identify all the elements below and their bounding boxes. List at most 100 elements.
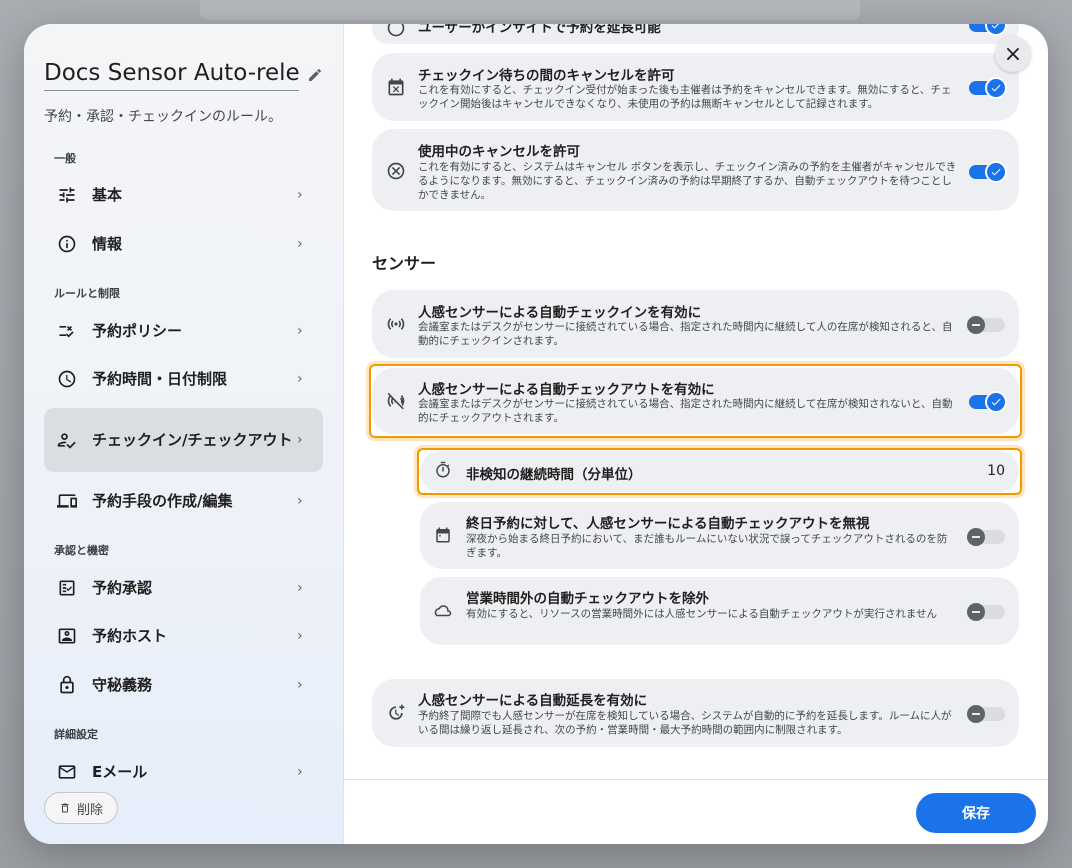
setting-card-exclude-offhours: 営業時間外の自動チェックアウトを除外 有効にすると、リソースの営業時間外には人感…: [420, 577, 1019, 645]
sidebar-item-label: 守秘義務: [92, 676, 153, 694]
sidebar-item-time-limits[interactable]: 予約時間・日付制限 ›: [44, 357, 323, 401]
sidebar-item-label: 予約ホスト: [92, 627, 168, 645]
setting-title: 人感センサーによる自動チェックアウトを有効に: [418, 382, 715, 398]
check-icon: [991, 168, 1001, 176]
sidebar-item-label: 情報: [92, 235, 123, 253]
settings-dialog: Docs Sensor Auto-release 予約・承認・チェックインのルー…: [24, 24, 1048, 844]
extend-icon: [387, 24, 405, 37]
section-label-advanced: 詳細設定: [54, 728, 98, 741]
setting-description: 会議室またはデスクがセンサーに接続されている場合、指定された時間内に継続して人の…: [418, 321, 953, 347]
close-button[interactable]: ×: [995, 36, 1031, 72]
person-check-icon: [56, 429, 78, 451]
setting-description: 会議室またはデスクがセンサーに接続されている場合、指定された時間内に継続して在席…: [418, 398, 953, 424]
check-icon: [991, 84, 1001, 92]
toggle-switch[interactable]: [967, 526, 1005, 546]
setting-title: 終日予約に対して、人感センサーによる自動チェックアウトを無視: [466, 516, 870, 532]
delete-label: 削除: [77, 802, 104, 818]
chevron-right-icon: ›: [297, 493, 303, 509]
moon-icon: [434, 605, 452, 617]
setting-card-cancel-waiting: チェックイン待ちの間のキャンセルを許可 これを有効にすると、チェックイン受付が始…: [372, 53, 1019, 121]
cancel-circle-icon: [387, 162, 405, 180]
toggle-switch[interactable]: [967, 703, 1005, 723]
setting-description: 予約終了間際でも人感センサーが在席を検知している場合、システムが自動的に予約を延…: [418, 710, 952, 736]
dialog-subtitle: 予約・承認・チェックインのルール。: [44, 109, 282, 125]
settings-content: ユーザーがインサイトで予約を延長可能 チェックイン待ちの間のキャンセルを許可 こ…: [344, 24, 1048, 779]
sidebar-item-label: Eメール: [92, 763, 148, 781]
setting-card-sensor-checkin: 人感センサーによる自動チェックインを有効に 会議室またはデスクがセンサーに接続さ…: [372, 290, 1019, 358]
calendar-icon: [436, 527, 450, 543]
sidebar-item-label: 予約承認: [92, 579, 153, 597]
setting-description: これを有効にすると、チェックイン受付が始まった後も主催者は予約をキャンセルできま…: [418, 84, 952, 110]
setting-title: 人感センサーによる自動チェックインを有効に: [418, 305, 702, 321]
toggle-switch[interactable]: [969, 77, 1007, 99]
sidebar-item-host[interactable]: 予約ホスト ›: [44, 614, 323, 658]
chevron-right-icon: ›: [297, 187, 303, 203]
sensor-off-icon: [387, 392, 405, 410]
check-icon: [991, 24, 999, 29]
setting-title: 使用中のキャンセルを許可: [418, 144, 580, 160]
sidebar-item-basic[interactable]: 基本 ›: [44, 173, 323, 217]
chevron-right-icon: ›: [297, 323, 303, 339]
sensor-icon: [387, 318, 405, 330]
tune-icon: [56, 184, 78, 206]
sidebar-item-checkin[interactable]: チェックイン/チェックアウト ›: [44, 408, 323, 472]
calendar-cancel-icon: [388, 78, 404, 96]
setting-title: ユーザーがインサイトで予約を延長可能: [418, 24, 661, 36]
chevron-right-icon: ›: [297, 236, 303, 252]
sidebar-item-info[interactable]: 情報 ›: [44, 222, 323, 266]
sidebar-item-confidentiality[interactable]: 守秘義務 ›: [44, 663, 323, 707]
toggle-switch[interactable]: [969, 391, 1007, 413]
info-icon: [56, 233, 78, 255]
setting-card-sensor-checkout: 人感センサーによる自動チェックアウトを有効に 会議室またはデスクがセンサーに接続…: [372, 368, 1019, 434]
setting-card-extend-insight: ユーザーがインサイトで予約を延長可能: [372, 24, 1019, 44]
section-label-general: 一般: [54, 152, 76, 165]
setting-title: 営業時間外の自動チェックアウトを除外: [466, 591, 709, 607]
duration-value[interactable]: 10: [987, 463, 1005, 479]
sidebar-item-label: 基本: [92, 186, 123, 204]
dialog-footer: 保存: [344, 779, 1048, 844]
setting-description: 有効にすると、リソースの営業時間外には人感センサーによる自動チェックアウトが実行…: [466, 608, 938, 620]
sidebar-item-label: 予約手段の作成/編集: [92, 492, 233, 510]
resource-name-input[interactable]: Docs Sensor Auto-release: [44, 60, 299, 91]
pencil-icon[interactable]: [307, 67, 323, 83]
backdrop-strip: [200, 0, 860, 20]
absence-duration-field[interactable]: 非検知の継続時間（分単位） 10: [420, 451, 1019, 492]
mail-icon: [56, 761, 78, 783]
clock-icon: [56, 368, 78, 390]
rule-icon: [56, 320, 78, 342]
setting-description: これを有効にすると、システムはキャンセル ボタンを表示し、チェックイン済みの予約…: [418, 161, 957, 201]
setting-card-auto-extend: 人感センサーによる自動延長を有効に 予約終了間際でも人感センサーが在席を検知して…: [372, 679, 1019, 747]
field-label: 非検知の継続時間（分単位）: [466, 467, 642, 483]
chevron-right-icon: ›: [297, 432, 303, 448]
setting-card-cancel-in-use: 使用中のキャンセルを許可 これを有効にすると、システムはキャンセル ボタンを表示…: [372, 129, 1019, 211]
section-label-rules: ルールと制限: [54, 287, 120, 300]
sidebar-item-label: 予約ポリシー: [92, 322, 183, 340]
chevron-right-icon: ›: [297, 371, 303, 387]
toggle-switch[interactable]: [969, 24, 1007, 36]
toggle-switch[interactable]: [967, 601, 1005, 621]
lock-icon: [56, 674, 78, 696]
title-row[interactable]: Docs Sensor Auto-release: [44, 58, 324, 92]
section-label-approval: 承認と機密: [54, 544, 109, 557]
toggle-switch[interactable]: [969, 161, 1007, 183]
setting-title: チェックイン待ちの間のキャンセルを許可: [418, 68, 675, 84]
setting-description: 深夜から始まる終日予約において、まだ誰もルームにいない状況で誤ってチェックアウト…: [466, 533, 948, 559]
chevron-right-icon: ›: [297, 677, 303, 693]
chevron-right-icon: ›: [297, 628, 303, 644]
save-button[interactable]: 保存: [916, 793, 1036, 833]
check-icon: [991, 398, 1001, 406]
setting-title: 人感センサーによる自動延長を有効に: [418, 693, 648, 709]
trash-icon: [61, 803, 69, 813]
approval-icon: [56, 577, 78, 599]
toggle-switch[interactable]: [967, 314, 1005, 334]
sidebar-item-approval[interactable]: 予約承認 ›: [44, 566, 323, 610]
delete-button[interactable]: 削除: [44, 792, 119, 824]
timer-icon: [436, 461, 450, 478]
sidebar-item-booking-methods[interactable]: 予約手段の作成/編集 ›: [44, 479, 323, 523]
close-icon: ×: [1003, 41, 1023, 67]
sidebar-item-label: チェックイン/チェックアウト: [92, 431, 293, 449]
host-icon: [56, 625, 78, 647]
sidebar-item-booking-policy[interactable]: 予約ポリシー ›: [44, 309, 323, 353]
clock-extend-icon: [389, 704, 405, 720]
sidebar-item-email[interactable]: Eメール ›: [44, 750, 323, 794]
